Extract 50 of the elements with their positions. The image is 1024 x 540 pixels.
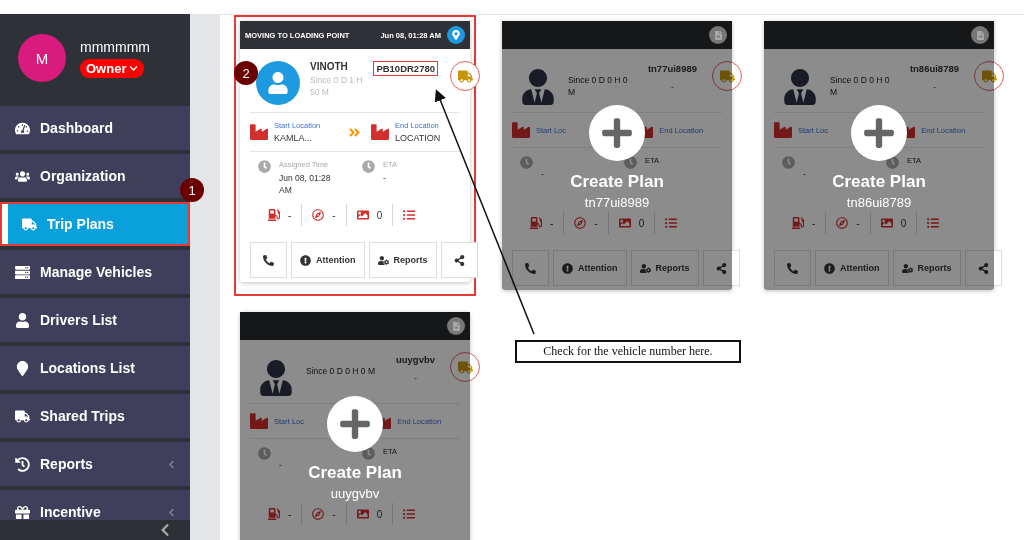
vehicle-note: - <box>670 82 674 92</box>
overlay-vehicle-number: tn77ui8989 <box>584 195 650 210</box>
sidebar-item[interactable]: Shared Trips <box>0 394 190 438</box>
user-name: mmmmmm <box>80 38 150 55</box>
since-text: Since 0 D 0 H 0 M <box>306 366 376 378</box>
sidebar-item[interactable]: Locations List <box>0 346 190 390</box>
sidebar-item[interactable]: Dashboard <box>0 106 190 150</box>
callout-note: Check for the vehicle number here. <box>515 340 741 363</box>
fuel-value: - <box>550 217 554 229</box>
since-text: Since 0 D 1 H 50 M <box>310 75 364 99</box>
speed-value: - <box>594 217 598 229</box>
attention-button[interactable]: Attention <box>291 242 365 278</box>
start-location-value: KAMLA... <box>274 133 313 143</box>
sidebar-item[interactable]: Drivers List <box>0 298 190 342</box>
assigned-time-value: Jun 08, 01:28 AM <box>279 173 332 197</box>
driver-name: VINOTH <box>310 61 349 72</box>
image-count: 0 <box>376 209 383 221</box>
reports-button[interactable]: Reports <box>368 242 437 278</box>
vehicle-number: PB10DR2780 <box>373 61 438 76</box>
since-text: Since 0 D 0 H 0 M <box>568 75 629 99</box>
sidebar-item[interactable]: Manage Vehicles <box>0 250 190 294</box>
vehicle-number: tn86ui8789 <box>908 62 960 76</box>
sidebar-item[interactable]: Incentive <box>0 490 190 520</box>
eta-value: - <box>383 173 387 185</box>
speed-value: - <box>332 209 336 221</box>
role-dropdown[interactable]: Owner <box>80 58 145 78</box>
fuel-value: - <box>288 508 292 520</box>
since-text: Since 0 D 0 H 0 M <box>830 75 891 99</box>
fuel-value: - <box>812 217 816 229</box>
reports-button[interactable]: Reports <box>630 250 699 286</box>
sidebar-item[interactable]: Reports <box>0 442 190 486</box>
reports-button[interactable]: Reports <box>892 250 961 286</box>
speed-value: - <box>856 217 860 229</box>
image-count: 0 <box>376 508 383 520</box>
user-avatar: M <box>18 34 66 82</box>
vehicle-note: - <box>413 373 417 383</box>
sidebar-item[interactable]: Organization <box>0 154 190 198</box>
vehicle-note: - <box>932 82 936 92</box>
vehicle-number: uuygvbv <box>394 353 436 367</box>
overlay-vehicle-number: uuygvbv <box>330 486 380 501</box>
attention-button[interactable]: Attention <box>815 250 889 286</box>
image-count: 0 <box>638 217 645 229</box>
fuel-value: - <box>288 209 292 221</box>
vehicle-number: tn77ui8989 <box>646 62 698 76</box>
attention-button[interactable]: Attention <box>553 250 627 286</box>
speed-value: - <box>332 508 336 520</box>
end-location-value: LOCATION <box>395 133 442 143</box>
overlay-vehicle-number: tn86ui8789 <box>846 195 912 210</box>
step-marker: 2 <box>234 61 258 85</box>
image-count: 0 <box>900 217 907 229</box>
